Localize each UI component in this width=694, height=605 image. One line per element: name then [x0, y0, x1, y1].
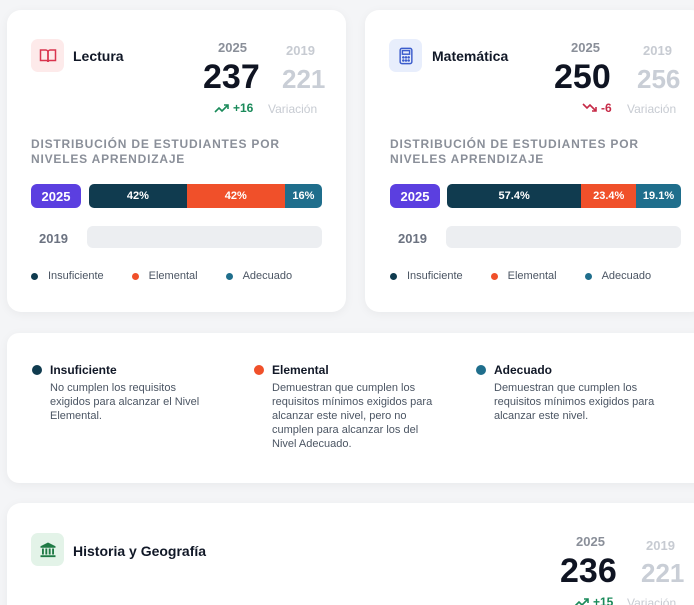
year-2025-pill[interactable]: 2025: [390, 184, 440, 208]
legend-label: Insuficiente: [407, 270, 463, 282]
level-legend: Insuficiente Elemental Adecuado: [390, 270, 679, 282]
score-previous: 221: [641, 558, 685, 588]
year-current-label: 2025: [218, 40, 247, 55]
level-description: Demuestran que cumplen los requisitos mí…: [494, 382, 655, 422]
subject-title: Lectura: [73, 48, 124, 64]
lectura-card: Lectura 2025 2019 237 221 +16 Variación …: [7, 10, 346, 312]
distribution-bar-2025: 42% 42% 16%: [89, 184, 322, 208]
segment-adecuado: 16%: [284, 184, 322, 208]
levels-description-card: Insuficiente No cumplen los requisitos e…: [7, 333, 694, 483]
year-current-label: 2025: [571, 40, 600, 55]
legend-label: Elemental: [148, 270, 198, 282]
level-title: Adecuado: [494, 363, 553, 377]
year-previous-label: 2019: [643, 43, 672, 58]
score-current: 236: [560, 552, 617, 590]
score-delta: +16: [214, 101, 253, 115]
score-delta: +15: [574, 595, 613, 605]
delta-label: Variación: [268, 102, 318, 116]
level-title: Elemental: [272, 363, 329, 377]
score-current: 250: [554, 58, 611, 96]
trend-down-icon: [582, 103, 597, 112]
distribution-bar-2025: 57.4% 23.4% 19.1%: [447, 184, 681, 208]
delta-label: Variación: [627, 596, 677, 605]
level-insuficiente: Insuficiente No cumplen los requisitos e…: [32, 363, 217, 423]
subject-title: Historia y Geografía: [73, 543, 207, 559]
legend-label: Elemental: [507, 270, 557, 282]
score-previous: 256: [637, 64, 681, 94]
legend-adecuado: Adecuado: [225, 270, 293, 282]
level-title: Insuficiente: [50, 363, 117, 377]
year-2019-label: 2019: [398, 231, 427, 246]
legend-adecuado: Adecuado: [584, 270, 652, 282]
dot-icon: [254, 365, 264, 375]
trend-up-icon: [214, 104, 229, 113]
legend-label: Adecuado: [242, 270, 293, 282]
year-current-label: 2025: [576, 534, 605, 549]
legend-label: Insuficiente: [48, 270, 104, 282]
legend-elemental: Elemental: [490, 270, 557, 282]
trend-up-icon: [574, 598, 589, 605]
distribution-title: DISTRIBUCIÓN DE ESTUDIANTES POR NIVELES …: [31, 137, 280, 166]
legend-label: Adecuado: [601, 270, 652, 282]
segment-insuficiente: 42%: [89, 184, 187, 208]
level-legend: Insuficiente Elemental Adecuado: [31, 270, 320, 282]
legend-insuficiente: Insuficiente: [390, 270, 463, 282]
segment-adecuado: 19.1%: [636, 184, 681, 208]
dot-icon: [476, 365, 486, 375]
year-2025-pill[interactable]: 2025: [31, 184, 81, 208]
distribution-title: DISTRIBUCIÓN DE ESTUDIANTES POR NIVELES …: [390, 137, 639, 166]
dot-icon: [32, 365, 42, 375]
delta-label: Variación: [627, 102, 677, 116]
subject-title: Matemática: [432, 48, 509, 64]
level-elemental: Elemental Demuestran que cumplen los req…: [254, 363, 439, 451]
museum-icon: [31, 533, 64, 566]
level-description: No cumplen los requisitos exigidos para …: [50, 382, 200, 422]
level-description: Demuestran que cumplen los requisitos mí…: [272, 382, 433, 450]
matematica-card: Matemática 2025 2019 250 256 -6 Variació…: [365, 10, 694, 312]
legend-insuficiente: Insuficiente: [31, 270, 104, 282]
year-2019-label: 2019: [39, 231, 68, 246]
calculator-icon: [389, 39, 422, 72]
score-delta: -6: [582, 101, 612, 115]
segment-insuficiente: 57.4%: [447, 184, 582, 208]
distribution-bar-2019: [87, 226, 322, 248]
score-delta-value: +16: [233, 101, 254, 115]
distribution-bar-2019: [446, 226, 681, 248]
score-delta-value: +15: [593, 595, 614, 605]
book-icon: [31, 39, 64, 72]
legend-elemental: Elemental: [131, 270, 198, 282]
score-current: 237: [203, 58, 260, 96]
segment-elemental: 42%: [186, 184, 285, 208]
historia-card: Historia y Geografía 2025 2019 236 221 +…: [7, 503, 694, 605]
score-previous: 221: [282, 64, 326, 94]
year-previous-label: 2019: [286, 43, 315, 58]
level-adecuado: Adecuado Demuestran que cumplen los requ…: [476, 363, 661, 423]
score-delta-value: -6: [601, 101, 612, 115]
segment-elemental: 23.4%: [581, 184, 637, 208]
year-previous-label: 2019: [646, 538, 675, 553]
